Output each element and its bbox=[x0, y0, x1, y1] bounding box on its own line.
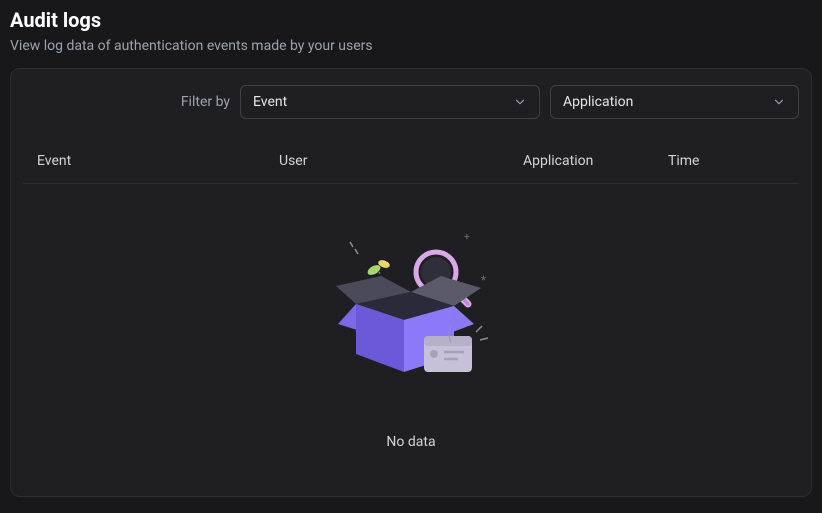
svg-text:+: + bbox=[464, 232, 470, 243]
column-header-application: Application bbox=[523, 153, 668, 169]
table-header: Event User Application Time bbox=[23, 139, 799, 184]
column-header-event: Event bbox=[37, 153, 279, 169]
filter-by-label: Filter by bbox=[181, 94, 230, 110]
empty-box-illustration: + * bbox=[326, 224, 496, 394]
column-header-time: Time bbox=[668, 153, 785, 169]
page-subtitle: View log data of authentication events m… bbox=[10, 38, 812, 54]
empty-state-message: No data bbox=[386, 434, 435, 450]
chevron-down-icon bbox=[513, 95, 527, 109]
empty-state: + * bbox=[23, 184, 799, 480]
application-filter-value: Application bbox=[563, 94, 633, 110]
event-filter-select[interactable]: Event bbox=[240, 85, 540, 119]
application-filter-select[interactable]: Application bbox=[550, 85, 799, 119]
chevron-down-icon bbox=[772, 95, 786, 109]
page-title: Audit logs bbox=[10, 8, 812, 32]
svg-text:*: * bbox=[481, 273, 486, 287]
audit-logs-panel: Filter by Event Application Event User A… bbox=[10, 68, 812, 497]
column-header-user: User bbox=[279, 153, 523, 169]
filter-row: Filter by Event Application bbox=[23, 85, 799, 119]
event-filter-value: Event bbox=[253, 94, 287, 110]
